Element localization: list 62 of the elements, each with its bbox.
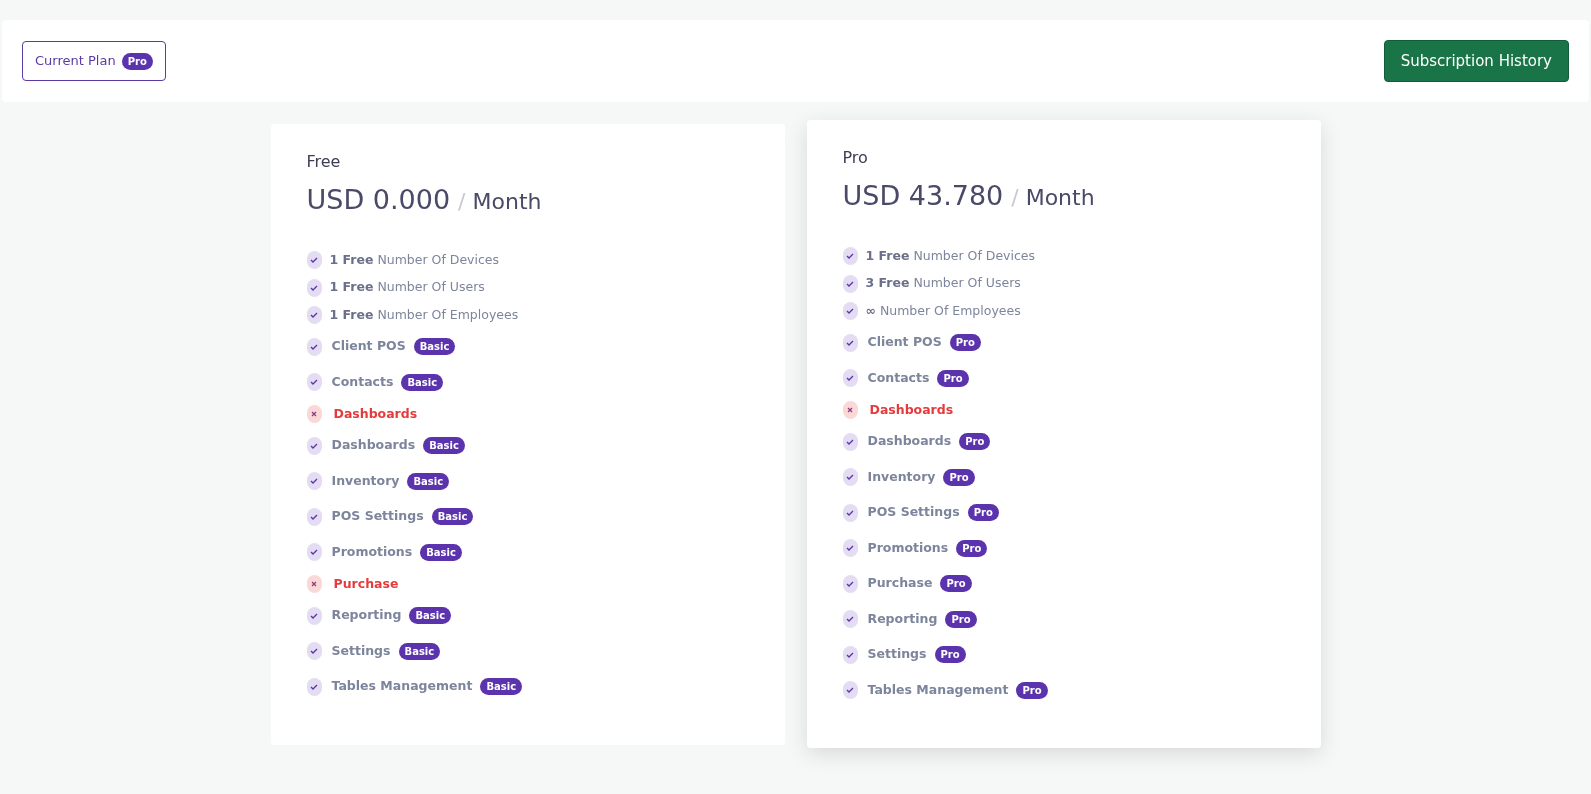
tier-badge: Basic bbox=[413, 338, 456, 356]
tier-badge: Pro bbox=[956, 539, 988, 557]
feature-label: Dashboards bbox=[867, 432, 952, 451]
feature-label: Inventory bbox=[867, 467, 936, 486]
feature-label: Purchase bbox=[333, 574, 399, 593]
quota-text: 3 Free Number Of Users bbox=[865, 274, 1021, 293]
feature-label: Dashboards bbox=[331, 436, 416, 455]
feature-label: Tables Management bbox=[867, 680, 1009, 699]
tier-badge: Pro bbox=[1016, 681, 1048, 699]
price-period: / Month bbox=[458, 188, 542, 216]
tier-badge: Pro bbox=[959, 433, 991, 451]
feature-label: Contacts bbox=[867, 368, 930, 387]
feature-label: Dashboards bbox=[333, 404, 418, 423]
tier-badge: Pro bbox=[940, 575, 972, 593]
check-icon bbox=[306, 278, 322, 297]
tier-badge: Basic bbox=[480, 678, 523, 696]
plan-price: USD 43.780 bbox=[842, 179, 1004, 213]
tier-badge: Basic bbox=[407, 472, 450, 490]
feature-label: Reporting bbox=[867, 609, 938, 628]
feature-label: POS Settings bbox=[867, 503, 960, 522]
check-icon bbox=[842, 247, 858, 266]
tier-badge: Basic bbox=[431, 508, 474, 526]
tier-badge: Basic bbox=[398, 642, 441, 660]
plan-name: Free bbox=[306, 151, 342, 173]
feature-label: POS Settings bbox=[331, 507, 424, 526]
quota-text: 1 Free Number Of Users bbox=[329, 278, 485, 297]
feature-label: Dashboards bbox=[869, 400, 954, 419]
tier-badge: Pro bbox=[967, 504, 999, 522]
feature-label: Client POS bbox=[867, 333, 942, 352]
tier-badge: Basic bbox=[423, 437, 465, 455]
subscription-history-button[interactable]: Subscription History bbox=[1383, 39, 1569, 83]
plan-badge: Pro bbox=[121, 52, 153, 70]
feature-label: Promotions bbox=[867, 538, 949, 557]
feature-label: Settings bbox=[867, 645, 927, 664]
check-icon bbox=[842, 302, 858, 321]
feature-label: Client POS bbox=[331, 337, 406, 356]
plan-name: Pro bbox=[842, 147, 869, 169]
tier-badge: Basic bbox=[420, 543, 462, 561]
check-icon bbox=[306, 251, 322, 270]
check-icon bbox=[306, 306, 322, 325]
tier-badge: Pro bbox=[937, 369, 969, 387]
tier-badge: Pro bbox=[943, 468, 975, 486]
check-icon bbox=[842, 274, 858, 293]
quota-text: ∞ Number Of Employees bbox=[865, 301, 1021, 320]
feature-label: Settings bbox=[331, 641, 391, 660]
tier-badge: Basic bbox=[409, 607, 452, 625]
price-period: / Month bbox=[1011, 184, 1095, 212]
tier-badge: Pro bbox=[934, 646, 966, 664]
tier-badge: Pro bbox=[949, 334, 981, 352]
feature-label: Tables Management bbox=[331, 677, 473, 696]
quota-text: 1 Free Number Of Employees bbox=[329, 305, 519, 324]
current-plan-button[interactable]: Current Plan Pro bbox=[22, 41, 166, 81]
feature-label: Contacts bbox=[331, 372, 394, 391]
quota-text: 1 Free Number Of Devices bbox=[329, 250, 500, 269]
tier-badge: Pro bbox=[945, 610, 977, 628]
feature-label: Inventory bbox=[331, 471, 400, 490]
feature-label: Reporting bbox=[331, 606, 402, 625]
plan-price: USD 0.000 bbox=[306, 183, 451, 217]
feature-label: Purchase bbox=[867, 574, 933, 593]
feature-label: Promotions bbox=[331, 542, 413, 561]
tier-badge: Basic bbox=[401, 373, 444, 391]
quota-text: 1 Free Number Of Devices bbox=[865, 246, 1036, 265]
